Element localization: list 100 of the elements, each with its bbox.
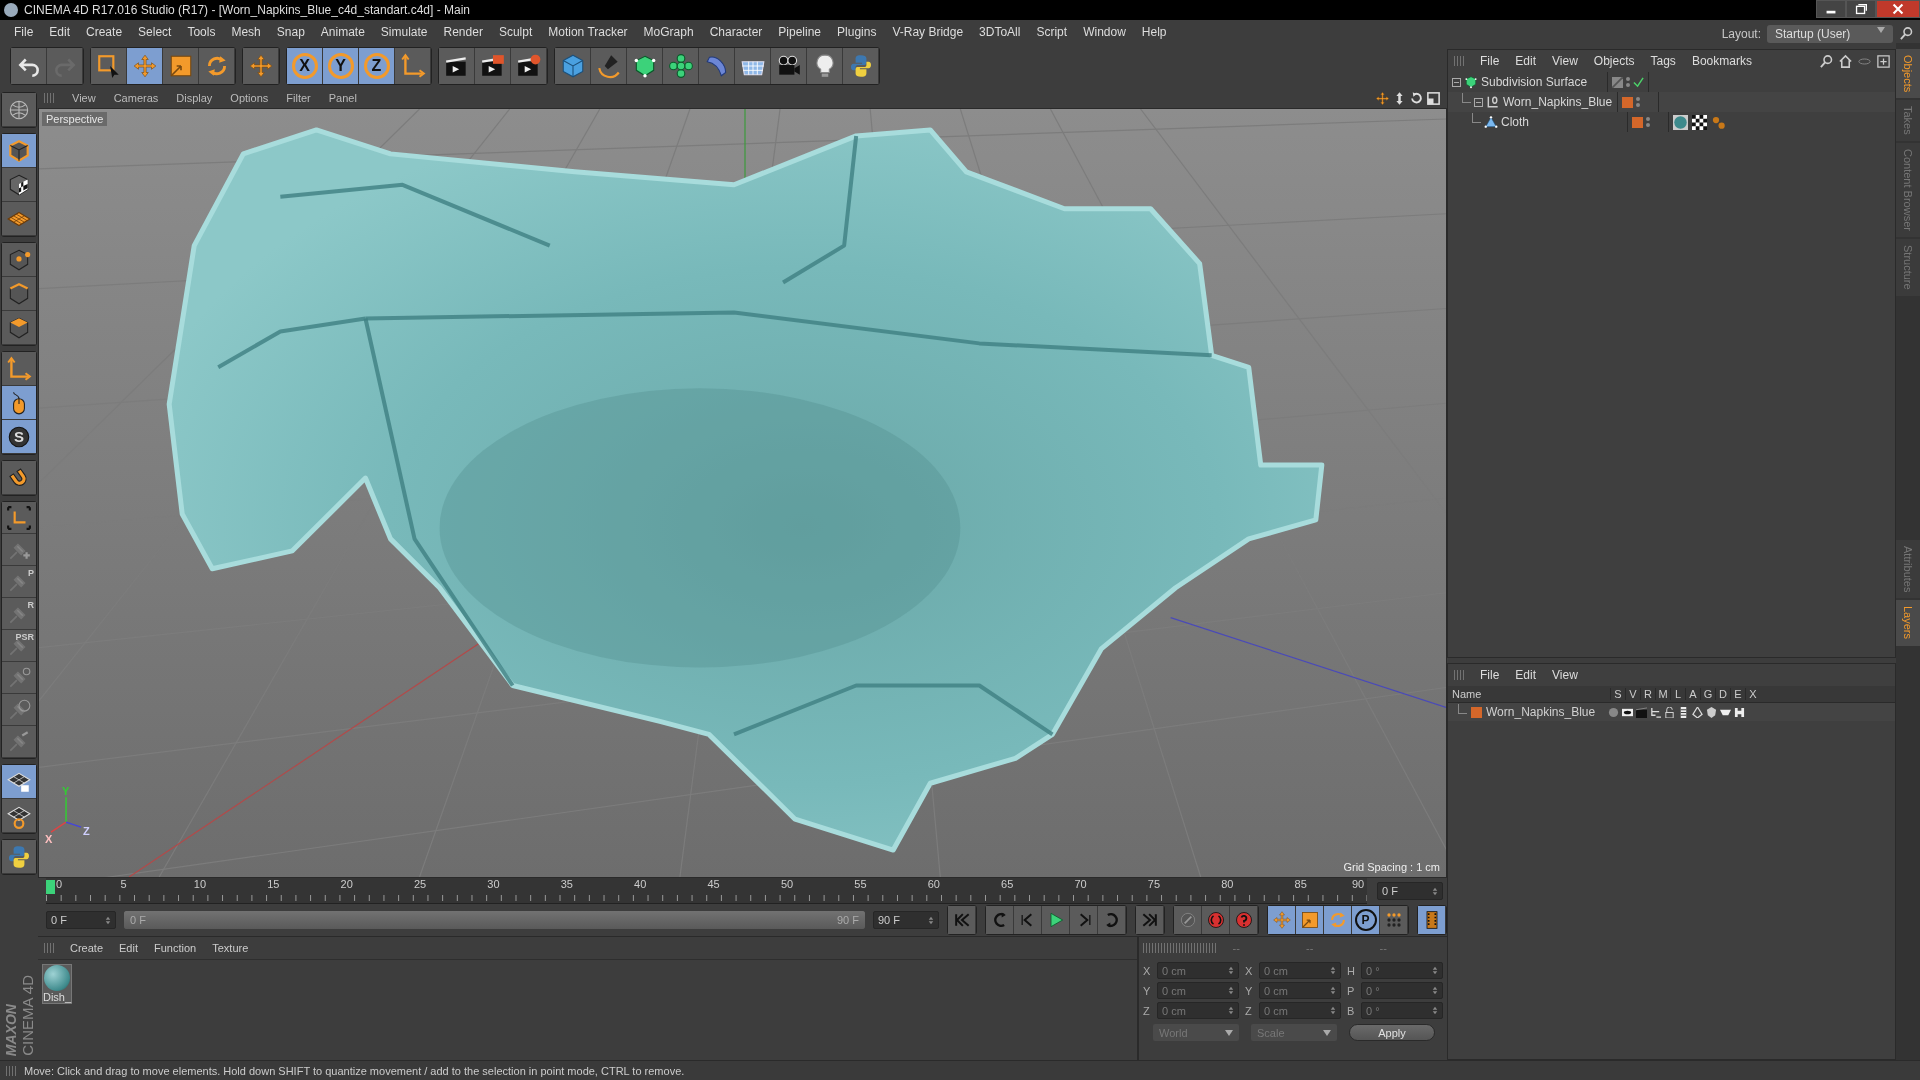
menu-item[interactable]: 3DToAll xyxy=(971,24,1029,39)
layer-menu-item[interactable]: Edit xyxy=(1507,668,1545,682)
timeline-ruler[interactable]: 0 5 10 15 20 25 30 35 40 45 50 55 60 65 70 75 80 85 90 xyxy=(46,878,1367,904)
grid-lock-button[interactable] xyxy=(2,765,36,799)
menu-item[interactable]: Window xyxy=(1075,24,1134,39)
menu-item[interactable]: Create xyxy=(78,24,131,39)
pin-edit-button[interactable] xyxy=(2,726,36,758)
cube-button[interactable] xyxy=(555,47,591,84)
menu-item[interactable]: Character xyxy=(701,24,771,39)
spinner-arrows-icon[interactable] xyxy=(1330,1006,1336,1015)
column-header[interactable]: D xyxy=(1715,688,1730,700)
auto-key-button[interactable] xyxy=(1230,906,1258,934)
menu-item[interactable]: Motion Tracker xyxy=(540,24,636,39)
visibility-dots-icon[interactable] xyxy=(1636,97,1640,107)
material-swatch[interactable]: Dish_ xyxy=(42,964,72,1004)
3d-viewport[interactable]: Perspective Y X Z Grid Spacing : 1 cm xyxy=(38,108,1447,878)
layer-name[interactable]: Worn_Napkins_Blue xyxy=(1486,705,1596,719)
snap-button[interactable] xyxy=(2,461,36,495)
floor-button[interactable] xyxy=(735,47,771,84)
object-menu-item[interactable]: File xyxy=(1472,54,1508,68)
column-header[interactable]: A xyxy=(1685,688,1700,700)
hierarchy-icon[interactable] xyxy=(1649,706,1661,718)
spinner-arrows-icon[interactable] xyxy=(1432,986,1438,995)
menu-item[interactable]: File xyxy=(6,24,42,39)
solo-dot-icon[interactable] xyxy=(1607,706,1619,718)
key-move-button[interactable] xyxy=(1268,906,1296,934)
viewport-menu-item[interactable]: View xyxy=(64,92,104,104)
menu-item[interactable]: Simulate xyxy=(372,24,436,39)
object-menu-item[interactable]: Objects xyxy=(1585,54,1643,68)
search-icon[interactable] xyxy=(1899,26,1914,41)
puzzle-icon[interactable] xyxy=(1733,706,1745,718)
object-menu-item[interactable]: Tags xyxy=(1642,54,1684,68)
axis-lock-button[interactable]: Y xyxy=(323,47,359,84)
material-tag-icon[interactable] xyxy=(1673,114,1688,130)
viewport-menu-item[interactable]: Cameras xyxy=(105,92,167,104)
axis-lock-button[interactable]: Z xyxy=(359,47,395,84)
checker-tag-icon[interactable] xyxy=(1692,114,1707,130)
spinner-arrows-icon[interactable] xyxy=(1432,886,1438,896)
column-header[interactable]: X xyxy=(1745,688,1760,700)
column-header[interactable]: L xyxy=(1670,688,1685,700)
pin-button[interactable]: PSR xyxy=(2,630,36,662)
spinner-arrows-icon[interactable] xyxy=(1330,986,1336,995)
axis-lock-button[interactable]: X xyxy=(287,47,323,84)
camera-label[interactable]: Perspective xyxy=(42,112,108,126)
render-view-button[interactable] xyxy=(439,47,475,84)
viewport-menu-item[interactable]: Options xyxy=(222,92,277,104)
material-menu-item[interactable]: Edit xyxy=(111,942,146,954)
render-button[interactable] xyxy=(475,47,511,84)
viewport-menu-item[interactable]: Display xyxy=(168,92,221,104)
object-menu-item[interactable]: Edit xyxy=(1507,54,1545,68)
layer-menu-item[interactable]: File xyxy=(1472,668,1508,682)
pin-add-button[interactable] xyxy=(2,534,36,566)
axis-mode-button[interactable] xyxy=(2,352,36,386)
subdivision-button[interactable] xyxy=(627,47,663,84)
spinner-arrows-icon[interactable] xyxy=(1330,966,1336,975)
minimize-icon[interactable] xyxy=(1816,0,1846,18)
hatched-square-icon[interactable] xyxy=(1612,76,1623,88)
grid-rotate-button[interactable] xyxy=(2,799,36,833)
pin-button[interactable]: R xyxy=(2,598,36,630)
side-tab[interactable]: Layers xyxy=(1896,600,1920,646)
apply-button[interactable]: Apply xyxy=(1349,1024,1435,1041)
timeline-window-button[interactable] xyxy=(1418,906,1446,934)
menu-item[interactable]: Help xyxy=(1133,24,1175,39)
texture-button[interactable] xyxy=(2,168,36,202)
column-header[interactable]: V xyxy=(1625,688,1640,700)
python-button[interactable] xyxy=(2,840,36,874)
new-panel-icon[interactable] xyxy=(1876,53,1891,69)
object-menu-item[interactable]: View xyxy=(1544,54,1586,68)
coordinate-system-button[interactable] xyxy=(395,47,431,84)
start-frame-field[interactable]: 0 F xyxy=(46,911,116,929)
edges-button[interactable] xyxy=(2,277,36,311)
model-button[interactable] xyxy=(2,134,36,168)
pin-target-button[interactable] xyxy=(2,662,36,694)
menu-item[interactable]: Edit xyxy=(41,24,79,39)
spinner-arrows-icon[interactable] xyxy=(105,915,111,925)
lock-icon[interactable] xyxy=(1663,706,1675,718)
layer-color-swatch[interactable] xyxy=(1622,96,1633,108)
last-button[interactable] xyxy=(1136,906,1164,934)
material-menu-item[interactable]: Function xyxy=(146,942,205,954)
deformer-button[interactable] xyxy=(699,47,735,84)
spinner-arrows-icon[interactable] xyxy=(1432,966,1438,975)
recent-move-button[interactable] xyxy=(243,47,279,84)
column-header[interactable]: M xyxy=(1655,688,1670,700)
menu-item[interactable]: Mesh xyxy=(223,24,269,39)
column-header[interactable]: G xyxy=(1700,688,1715,700)
key-rotate-button[interactable] xyxy=(1324,906,1352,934)
python-button[interactable] xyxy=(843,47,879,84)
render-settings-button[interactable] xyxy=(511,47,547,84)
dots-tag-icon[interactable] xyxy=(1711,114,1726,130)
object-name[interactable]: Cloth xyxy=(1501,115,1529,129)
column-header[interactable]: R xyxy=(1640,688,1655,700)
spinner-arrows-icon[interactable] xyxy=(1228,1006,1234,1015)
workplane-axis-button[interactable] xyxy=(2,502,36,534)
clapperboard-icon[interactable] xyxy=(1635,706,1647,718)
menu-item[interactable]: Tools xyxy=(179,24,224,39)
shield-icon[interactable] xyxy=(1705,706,1717,718)
home-icon[interactable] xyxy=(1838,53,1853,69)
move-button[interactable] xyxy=(127,47,163,84)
object-name[interactable]: Subdivision Surface xyxy=(1481,75,1588,89)
viewport-menu-item[interactable]: Panel xyxy=(320,92,365,104)
